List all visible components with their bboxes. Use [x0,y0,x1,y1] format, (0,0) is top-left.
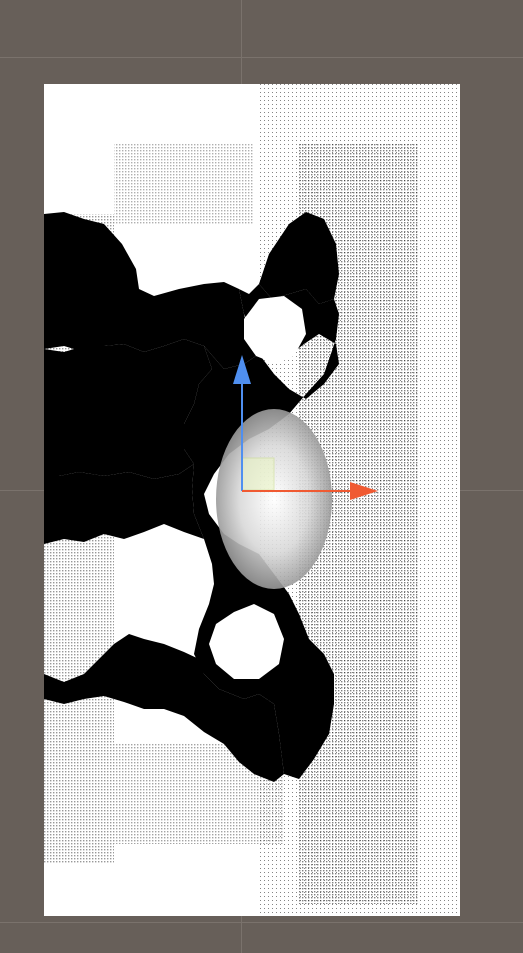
texture-quad[interactable] [44,84,460,916]
scene-viewport[interactable] [0,0,523,953]
grid-line-horizontal-bottom [0,922,523,923]
ink-blob-middle [44,339,212,479]
center-glow [216,409,332,589]
grid-line-horizontal-top [0,57,523,58]
ink-blob-top [44,212,259,369]
xy-plane-handle[interactable] [241,457,275,491]
noise-texture-image [44,84,460,916]
ink-blob-lower-band [44,464,204,544]
